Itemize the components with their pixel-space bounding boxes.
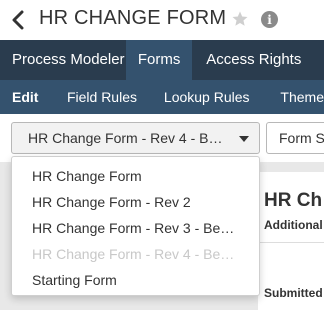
star-icon bbox=[232, 11, 248, 26]
revision-option[interactable]: HR Change Form bbox=[12, 163, 259, 189]
subtab-field-rules[interactable]: Field Rules bbox=[55, 80, 151, 114]
revision-option[interactable]: Starting Form bbox=[12, 267, 259, 293]
form-settings-button[interactable]: Form S bbox=[266, 122, 324, 154]
sub-nav: Edit Field Rules Lookup Rules Theme bbox=[0, 80, 324, 114]
form-preview-title: HR Ch bbox=[264, 190, 323, 211]
info-icon[interactable]: i bbox=[261, 11, 278, 28]
form-divider bbox=[258, 242, 324, 243]
subtab-theme[interactable]: Theme bbox=[265, 80, 324, 114]
chevron-left-icon bbox=[12, 10, 24, 30]
page-title: HR CHANGE FORM bbox=[39, 7, 227, 29]
revision-dropdown-menu: HR Change Form HR Change Form - Rev 2 HR… bbox=[11, 156, 260, 296]
subtab-edit[interactable]: Edit bbox=[0, 80, 55, 114]
page-header: HR CHANGE FORM i bbox=[0, 0, 324, 40]
form-preview-card: HR Ch Additional Submitted bbox=[258, 172, 324, 310]
main-nav: Process Modeler Forms Access Rights bbox=[0, 40, 324, 80]
caret-down-icon bbox=[239, 136, 249, 142]
tab-process-modeler[interactable]: Process Modeler bbox=[0, 40, 126, 80]
favorite-button[interactable] bbox=[231, 10, 249, 28]
page: HR CHANGE FORM i Process Modeler Forms A… bbox=[0, 0, 324, 310]
tab-forms[interactable]: Forms bbox=[125, 40, 193, 80]
revision-option-current: HR Change Form - Rev 4 - Be… bbox=[32, 246, 235, 262]
revision-select[interactable]: HR Change Form - Rev 4 - B… bbox=[11, 122, 260, 154]
revision-option[interactable]: HR Change Form - Rev 2 bbox=[12, 189, 259, 215]
revision-option[interactable]: HR Change Form - Rev 3 - Be… bbox=[12, 215, 259, 241]
revision-select-value: HR Change Form - Rev 4 - B… bbox=[28, 130, 223, 146]
form-toolbar: HR Change Form - Rev 4 - B… Form S bbox=[0, 114, 324, 162]
form-submitted-label: Submitted bbox=[264, 286, 323, 300]
back-button[interactable] bbox=[8, 10, 28, 30]
subtab-lookup-rules[interactable]: Lookup Rules bbox=[151, 80, 266, 114]
form-preview-subtitle: Additional bbox=[264, 218, 323, 232]
tab-access-rights[interactable]: Access Rights bbox=[192, 40, 324, 80]
